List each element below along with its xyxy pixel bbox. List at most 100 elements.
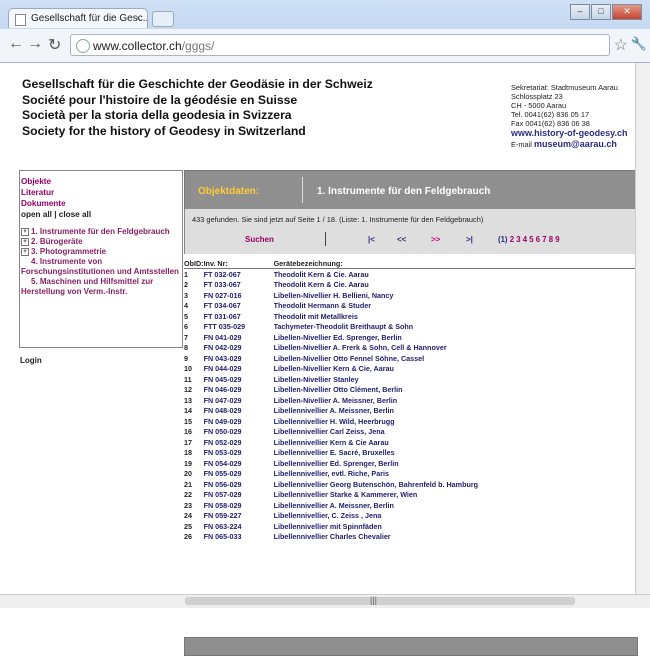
close-window-button[interactable]: ✕ <box>612 4 642 20</box>
device-name-cell[interactable]: Tachymeter-Theodolit Breithaupt & Sohn <box>274 322 636 333</box>
table-row[interactable]: 11 FN 045-029 Libellen-Nivellier Stanley <box>184 374 636 385</box>
nav-dokumente[interactable]: Dokumente <box>21 198 182 209</box>
expand-icon[interactable]: + <box>21 237 29 246</box>
tree-item-maschinen[interactable]: 5. Maschinen und Hilfsmittel zur Herstel… <box>21 277 182 297</box>
expand-icon[interactable]: + <box>21 227 29 236</box>
inv-nr-cell[interactable]: FN 047-029 <box>204 395 274 406</box>
table-row[interactable]: 3 FN 027-016 Libellen-Nivellier H. Bellien… <box>184 290 636 301</box>
page-links[interactable]: 2 3 4 5 6 7 8 9 <box>510 235 560 244</box>
close-tab-icon[interactable]: × <box>135 9 141 28</box>
inv-nr-cell[interactable]: FN 059-227 <box>204 511 274 522</box>
inv-nr-cell[interactable]: FN 063-224 <box>204 521 274 532</box>
browser-tab[interactable]: Gesellschaft für die Gesc... × <box>8 8 148 28</box>
inv-nr-cell[interactable]: FN 050-029 <box>204 427 274 438</box>
device-name-cell[interactable]: Theodolit Hermann & Studer <box>274 301 636 312</box>
expand-icon[interactable]: + <box>21 247 29 256</box>
device-name-cell[interactable]: Libellennivellier Georg Butenschön, Bahr… <box>274 479 636 490</box>
address-bar[interactable]: www.collector.ch/gggs/ <box>70 34 610 56</box>
table-row[interactable]: 14 FN 048-029 Libellennivellier A. Meissne… <box>184 406 636 417</box>
inv-nr-cell[interactable]: FN 058-029 <box>204 500 274 511</box>
inv-nr-cell[interactable]: FN 054-029 <box>204 458 274 469</box>
login-link[interactable]: Login <box>20 356 42 365</box>
tree-item-forschung[interactable]: 4. Instrumente von Forschungsinstitution… <box>21 257 182 277</box>
device-name-cell[interactable]: Libellennivellier Ed. Sprenger, Berlin <box>274 458 636 469</box>
inv-nr-cell[interactable]: FN 065-033 <box>204 532 274 543</box>
inv-nr-cell[interactable]: FN 045-029 <box>204 374 274 385</box>
table-row[interactable]: 20 FN 055-029 Libellennivellier, evtl. Ric… <box>184 469 636 480</box>
table-row[interactable]: 25 FN 063-224 Libellennivellier mit Spinnf… <box>184 521 636 532</box>
table-row[interactable]: 19 FN 054-029 Libellennivellier Ed. Spreng… <box>184 458 636 469</box>
table-row[interactable]: 26 FN 065-033 Libellennivellier Charles Ch… <box>184 532 636 543</box>
inv-nr-cell[interactable]: FN 052-029 <box>204 437 274 448</box>
wrench-icon[interactable]: 🔧 <box>631 36 647 52</box>
device-name-cell[interactable]: Libellennivellier, evtl. Riche, Paris <box>274 469 636 480</box>
device-name-cell[interactable]: Libellennivellier, C. Zeiss , Jena <box>274 511 636 522</box>
open-close-all[interactable]: open all | close all <box>21 209 182 221</box>
table-row[interactable]: 6 FTT 035-029 Tachymeter-Theodolit Breitha… <box>184 322 636 333</box>
inv-nr-cell[interactable]: FN 043-029 <box>204 353 274 364</box>
table-row[interactable]: 5 FT 031-067 Theodolit mit Metallkreis <box>184 311 636 322</box>
nav-literatur[interactable]: Literatur <box>21 187 182 198</box>
device-name-cell[interactable]: Libellen-Nivellier A. Frerk & Sohn, Cell… <box>274 343 636 354</box>
device-name-cell[interactable]: Libellen-Nivellier A. Meissner, Berlin <box>274 395 636 406</box>
prev-page-button[interactable]: << <box>397 235 406 244</box>
new-tab-button[interactable] <box>152 11 174 27</box>
reload-icon[interactable]: ↻ <box>48 35 61 55</box>
inv-nr-cell[interactable]: FN 049-029 <box>204 416 274 427</box>
device-name-cell[interactable]: Libellen-Nivellier Ed. Sprenger, Berlin <box>274 332 636 343</box>
table-row[interactable]: 12 FN 046-029 Libellen-Nivellier Otto Clém… <box>184 385 636 396</box>
inv-nr-cell[interactable]: FT 031-067 <box>204 311 274 322</box>
device-name-cell[interactable]: Libellennivellier mit Spinnfäden <box>274 521 636 532</box>
email-link[interactable]: museum@aarau.ch <box>534 139 617 149</box>
table-row[interactable]: 13 FN 047-029 Libellen-Nivellier A. Meissn… <box>184 395 636 406</box>
inv-nr-cell[interactable]: FN 046-029 <box>204 385 274 396</box>
device-name-cell[interactable]: Libellennivellier A. Meissner, Berlin <box>274 500 636 511</box>
back-arrow-icon[interactable]: ← <box>8 35 24 53</box>
nav-objekte[interactable]: Objekte <box>21 176 182 187</box>
tree-item-photogrammetrie[interactable]: +3. Photogrammetrie <box>21 247 182 257</box>
maximize-button[interactable]: □ <box>591 4 611 20</box>
inv-nr-cell[interactable]: FTT 035-029 <box>204 322 274 333</box>
device-name-cell[interactable]: Libellen-Nivellier Kern & Cie, Aarau <box>274 364 636 375</box>
inv-nr-cell[interactable]: FN 041-029 <box>204 332 274 343</box>
table-row[interactable]: 1 FT 032-067 Theodolit Kern & Cie. Aarau <box>184 269 636 280</box>
table-row[interactable]: 15 FN 049-029 Libellennivellier H. Wild, H… <box>184 416 636 427</box>
device-name-cell[interactable]: Libellen-Nivellier H. Bellieni, Nancy <box>274 290 636 301</box>
table-row[interactable]: 22 FN 057-029 Libellennivellier Starke & K… <box>184 490 636 501</box>
table-row[interactable]: 24 FN 059-227 Libellennivellier, C. Zeiss … <box>184 511 636 522</box>
last-page-button[interactable]: >| <box>466 235 473 244</box>
device-name-cell[interactable]: Libellen-Nivellier Otto Fennel Söhne, Ca… <box>274 353 636 364</box>
inv-nr-cell[interactable]: FT 032-067 <box>204 269 274 280</box>
first-page-button[interactable]: |< <box>368 235 375 244</box>
next-page-button[interactable]: >> <box>431 235 440 244</box>
horizontal-scrollbar[interactable]: ||| <box>0 594 650 608</box>
objektdaten-tab[interactable]: Objektdaten: <box>198 186 259 197</box>
table-row[interactable]: 7 FN 041-029 Libellen-Nivellier Ed. Spreng… <box>184 332 636 343</box>
inv-nr-cell[interactable]: FN 056-029 <box>204 479 274 490</box>
inv-nr-cell[interactable]: FN 044-029 <box>204 364 274 375</box>
tree-item-feldgebrauch[interactable]: +1. Instrumente für den Feldgebrauch <box>21 227 182 237</box>
device-name-cell[interactable]: Libellennivellier H. Wild, Heerbrugg <box>274 416 636 427</box>
minimize-button[interactable]: – <box>570 4 590 20</box>
inv-nr-cell[interactable]: FN 027-016 <box>204 290 274 301</box>
table-row[interactable]: 16 FN 050-029 Libellennivellier Carl Zeiss… <box>184 427 636 438</box>
device-name-cell[interactable]: Theodolit Kern & Cie. Aarau <box>274 269 636 280</box>
tree-item-buerogeraete[interactable]: +2. Bürogeräte <box>21 237 182 247</box>
device-name-cell[interactable]: Theodolit mit Metallkreis <box>274 311 636 322</box>
table-row[interactable]: 17 FN 052-029 Libellennivellier Kern & Cie… <box>184 437 636 448</box>
device-name-cell[interactable]: Libellennivellier E. Sacré, Bruxelles <box>274 448 636 459</box>
device-name-cell[interactable]: Libellen-Nivellier Otto Clément, Berlin <box>274 385 636 396</box>
website-link[interactable]: www.history-of-geodesy.ch <box>511 128 628 139</box>
inv-nr-cell[interactable]: FN 055-029 <box>204 469 274 480</box>
table-row[interactable]: 9 FN 043-029 Libellen-Nivellier Otto Fenne… <box>184 353 636 364</box>
table-row[interactable]: 21 FN 056-029 Libellennivellier Georg Bute… <box>184 479 636 490</box>
device-name-cell[interactable]: Libellennivellier Charles Chevalier <box>274 532 636 543</box>
device-name-cell[interactable]: Libellennivellier Carl Zeiss, Jena <box>274 427 636 438</box>
table-row[interactable]: 4 FT 034-067 Theodolit Hermann & Studer <box>184 301 636 312</box>
table-row[interactable]: 23 FN 058-029 Libellennivellier A. Meissne… <box>184 500 636 511</box>
inv-nr-cell[interactable]: FN 053-029 <box>204 448 274 459</box>
scroll-thumb[interactable] <box>185 597 575 605</box>
forward-arrow-icon[interactable]: → <box>27 35 43 53</box>
device-name-cell[interactable]: Libellennivellier A. Meissner, Berlin <box>274 406 636 417</box>
device-name-cell[interactable]: Libellennivellier Kern & Cie Aarau <box>274 437 636 448</box>
